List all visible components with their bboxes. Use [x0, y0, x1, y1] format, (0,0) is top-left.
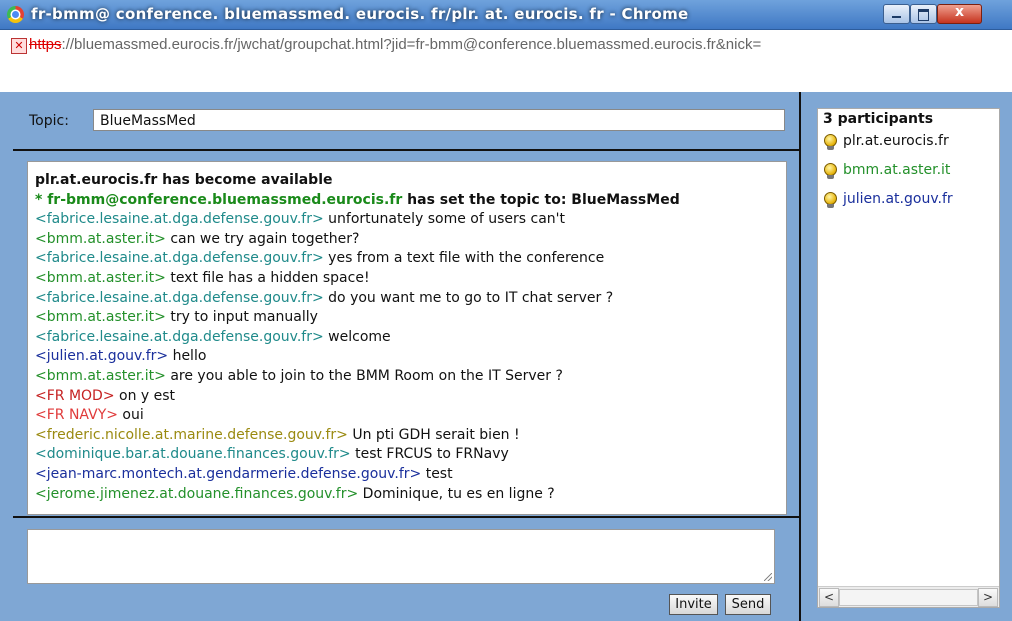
chat-text: unfortunately some of users can't	[323, 211, 565, 228]
broken-lock-icon[interactable]: ✕	[11, 38, 27, 54]
participant-item[interactable]: julien.at.gouv.fr	[821, 191, 953, 220]
chat-text: try to input manually	[165, 309, 318, 326]
maximize-button[interactable]	[910, 4, 937, 24]
chat-nick[interactable]: <fabrice.lesaine.at.dga.defense.gouv.fr>	[35, 250, 324, 266]
window-title: fr-bmm@ conference. bluemassmed. eurocis…	[31, 5, 689, 23]
chat-message: <bmm.at.aster.it> are you able to join t…	[35, 367, 786, 387]
topic-divider	[13, 149, 799, 151]
close-button[interactable]: x	[937, 4, 982, 24]
chat-nick[interactable]: <fabrice.lesaine.at.dga.defense.gouv.fr>	[35, 329, 324, 345]
participants-panel: 3 participants plr.at.eurocis.fr bmm.at.a…	[817, 108, 1000, 608]
chat-text: can we try again together?	[165, 230, 360, 247]
close-icon: x	[954, 4, 965, 20]
topic-row: Topic: BlueMassMed	[13, 95, 799, 149]
chat-message: <bmm.at.aster.it> can we try again toget…	[35, 230, 786, 250]
chat-text: test FRCUS to FRNavy	[350, 446, 509, 463]
chat-message: <fabrice.lesaine.at.dga.defense.gouv.fr>…	[35, 289, 786, 309]
chat-nick[interactable]: <jerome.jimenez.at.douane.finances.gouv.…	[35, 486, 358, 502]
chat-message: <jerome.jimenez.at.douane.finances.gouv.…	[35, 485, 786, 505]
message-input[interactable]	[27, 529, 775, 584]
participant-name: julien.at.gouv.fr	[843, 191, 953, 207]
chat-text: Dominique, tu es en ligne ?	[358, 485, 555, 502]
chat-nick[interactable]: <FR MOD>	[35, 388, 115, 404]
chat-message: <julien.at.gouv.fr> hello	[35, 347, 786, 367]
url-text[interactable]: https://bluemassmed.eurocis.fr/jwchat/gr…	[29, 36, 761, 53]
maximize-icon	[918, 9, 929, 21]
participant-name: bmm.at.aster.it	[843, 162, 951, 178]
invite-button[interactable]: Invite	[669, 594, 718, 615]
horizontal-scrollbar[interactable]: < >	[818, 586, 999, 607]
chat-text: yes from a text file with the conference	[323, 250, 605, 267]
chat-nick: * fr-bmm@conference.bluemassmed.eurocis.…	[35, 191, 403, 208]
chat-log[interactable]: plr.at.eurocis.fr has become available * …	[27, 161, 787, 515]
chrome-logo-icon	[7, 6, 24, 23]
chat-nick[interactable]: <bmm.at.aster.it>	[35, 309, 166, 325]
presence-bulb-icon	[824, 134, 837, 150]
chat-status-text: plr.at.eurocis.fr has become available	[35, 172, 333, 188]
title-bar: fr-bmm@ conference. bluemassmed. eurocis…	[0, 0, 1012, 30]
chat-nick[interactable]: <dominique.bar.at.douane.finances.gouv.f…	[35, 446, 351, 462]
url-scheme: https	[29, 36, 62, 53]
chat-text: oui	[117, 407, 144, 424]
participants-count: 3 participants	[823, 111, 934, 127]
scroll-thumb[interactable]	[839, 589, 978, 606]
chat-text: welcome	[323, 328, 391, 345]
panel-separator	[799, 92, 801, 621]
chat-text: text file has a hidden space!	[165, 269, 370, 286]
chat-text: do you want me to go to IT chat server ?	[323, 289, 614, 306]
chat-message: <fabrice.lesaine.at.dga.defense.gouv.fr>…	[35, 249, 786, 269]
scroll-right-icon[interactable]: >	[978, 588, 998, 607]
presence-bulb-icon	[824, 192, 837, 208]
chat-text: has set the topic to: BlueMassMed	[402, 191, 680, 208]
chat-message: <frederic.nicolle.at.marine.defense.gouv…	[35, 426, 786, 446]
chat-nick[interactable]: <jean-marc.montech.at.gendarmerie.defens…	[35, 466, 421, 482]
participants-list: plr.at.eurocis.fr bmm.at.aster.it julien.a…	[821, 133, 953, 220]
chat-nick[interactable]: <fabrice.lesaine.at.dga.defense.gouv.fr>	[35, 211, 324, 227]
chat-text: on y est	[114, 387, 176, 404]
topic-label: Topic:	[29, 113, 69, 129]
chat-message: <FR MOD> on y est	[35, 387, 786, 407]
chat-nick[interactable]: <FR NAVY>	[35, 407, 118, 423]
chat-message: <fabrice.lesaine.at.dga.defense.gouv.fr>…	[35, 210, 786, 230]
chat-text: Un pti GDH serait bien !	[347, 426, 520, 443]
chat-message: <bmm.at.aster.it> try to input manually	[35, 308, 786, 328]
chat-message: <FR NAVY> oui	[35, 406, 786, 426]
chat-nick[interactable]: <fabrice.lesaine.at.dga.defense.gouv.fr>	[35, 290, 324, 306]
chat-message: plr.at.eurocis.fr has become available	[35, 171, 786, 191]
chat-message: <bmm.at.aster.it> text file has a hidden…	[35, 269, 786, 289]
minimize-icon	[892, 16, 901, 18]
chat-text: hello	[168, 348, 207, 365]
participant-item[interactable]: plr.at.eurocis.fr	[821, 133, 953, 162]
send-button[interactable]: Send	[725, 594, 771, 615]
chat-message: * fr-bmm@conference.bluemassmed.eurocis.…	[35, 191, 786, 211]
participant-item[interactable]: bmm.at.aster.it	[821, 162, 953, 191]
participant-name: plr.at.eurocis.fr	[843, 133, 949, 149]
url-rest: ://bluemassmed.eurocis.fr/jwchat/groupch…	[61, 36, 762, 53]
resize-grip-icon[interactable]	[764, 573, 772, 581]
chat-message: <jean-marc.montech.at.gendarmerie.defens…	[35, 465, 786, 485]
chat-nick[interactable]: <frederic.nicolle.at.marine.defense.gouv…	[35, 427, 348, 443]
chat-nick[interactable]: <julien.at.gouv.fr>	[35, 348, 168, 364]
address-inner: ✕ https://bluemassmed.eurocis.fr/jwchat/…	[7, 33, 1012, 91]
address-bar[interactable]: ✕ https://bluemassmed.eurocis.fr/jwchat/…	[0, 30, 1012, 92]
chat-nick[interactable]: <bmm.at.aster.it>	[35, 231, 166, 247]
minimize-button[interactable]	[883, 4, 910, 24]
scroll-left-icon[interactable]: <	[819, 588, 839, 607]
chat-message: <dominique.bar.at.douane.finances.gouv.f…	[35, 445, 786, 465]
chat-divider	[13, 516, 799, 518]
chat-nick[interactable]: <bmm.at.aster.it>	[35, 368, 166, 384]
topic-field[interactable]: BlueMassMed	[93, 109, 785, 131]
chat-text: are you able to join to the BMM Room on …	[165, 367, 563, 384]
chat-text: test	[421, 465, 453, 482]
presence-bulb-icon	[824, 163, 837, 179]
chat-message: <fabrice.lesaine.at.dga.defense.gouv.fr>…	[35, 328, 786, 348]
chat-nick[interactable]: <bmm.at.aster.it>	[35, 270, 166, 286]
chat-panel: Topic: BlueMassMed plr.at.eurocis.fr has…	[13, 95, 799, 621]
